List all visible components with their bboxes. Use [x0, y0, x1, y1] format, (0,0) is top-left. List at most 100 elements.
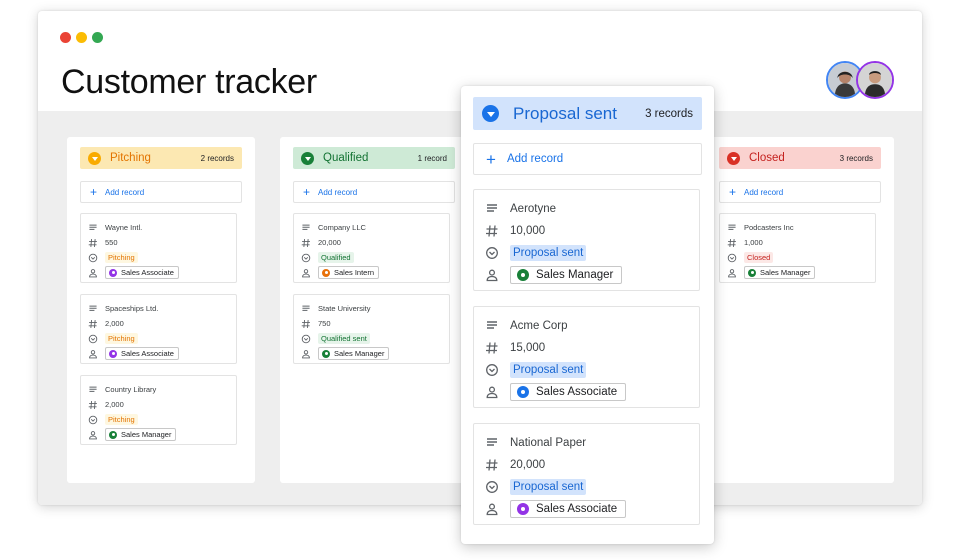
- user-avatar-icon: [109, 349, 117, 358]
- text-icon: [485, 319, 499, 333]
- status-badge[interactable]: Pitching: [105, 414, 138, 425]
- record-card[interactable]: Company LLC 20,000 Qualified Sales Intern: [293, 213, 450, 283]
- person-chip[interactable]: Sales Intern: [318, 266, 380, 279]
- avatar[interactable]: [856, 61, 894, 99]
- status-icon: [485, 363, 499, 377]
- maximize-window-button[interactable]: [92, 32, 103, 43]
- column-title: Closed: [749, 152, 785, 164]
- person-chip-label: Sales Associate: [121, 268, 174, 277]
- record-name: Aerotyne: [510, 203, 557, 215]
- record-field: Proposal sent: [485, 359, 699, 381]
- record-number: 15,000: [510, 342, 546, 354]
- record-field: 2,000: [88, 316, 236, 331]
- record-number: 750: [318, 319, 331, 328]
- minimize-window-button[interactable]: [76, 32, 87, 43]
- record-number: 2,000: [105, 319, 124, 328]
- person-icon: [727, 268, 737, 278]
- status-badge[interactable]: Qualified: [318, 252, 354, 263]
- record-field: Qualified sent: [301, 331, 449, 346]
- column-header[interactable]: Pitching 2 records: [80, 147, 242, 169]
- status-badge[interactable]: Proposal sent: [510, 245, 587, 261]
- user-avatar-icon: [322, 268, 330, 277]
- person-chip[interactable]: Sales Associate: [105, 347, 179, 360]
- user-avatar-icon: [517, 269, 529, 281]
- person-chip[interactable]: Sales Manager: [510, 266, 623, 284]
- column-proposal-sent: Proposal sent 3 records + Add record Aerotyn…: [461, 86, 714, 544]
- record-count: 2 records: [200, 153, 234, 163]
- person-icon: [301, 349, 311, 359]
- record-count: 1 record: [417, 153, 447, 163]
- status-badge[interactable]: Closed: [744, 252, 774, 263]
- status-badge[interactable]: Qualified sent: [318, 333, 370, 344]
- person-chip[interactable]: Sales Associate: [510, 500, 627, 518]
- column-header[interactable]: Closed 3 records: [719, 147, 881, 169]
- status-icon: [301, 253, 311, 263]
- close-window-button[interactable]: [60, 32, 71, 43]
- chevron-down-icon[interactable]: [301, 151, 314, 165]
- user-avatar-icon: [109, 268, 117, 277]
- status-badge[interactable]: Proposal sent: [510, 362, 587, 378]
- person-icon: [301, 268, 311, 278]
- record-field: 20,000: [301, 235, 449, 250]
- column-header[interactable]: Qualified 1 record: [293, 147, 455, 169]
- add-record-label: Add record: [318, 187, 358, 197]
- person-chip[interactable]: Sales Manager: [744, 266, 816, 279]
- plus-icon: +: [729, 185, 737, 199]
- record-field: Spaceships Ltd.: [88, 301, 236, 316]
- person-chip[interactable]: Sales Associate: [105, 266, 179, 279]
- status-icon: [88, 415, 98, 425]
- status-icon: [301, 334, 311, 344]
- add-record-button[interactable]: + Add record: [80, 181, 242, 203]
- text-icon: [727, 223, 737, 233]
- status-badge[interactable]: Pitching: [105, 252, 138, 263]
- person-chip[interactable]: Sales Manager: [318, 347, 390, 360]
- column-pitching: Pitching 2 records + Add record Wayne Intl. 5…: [67, 137, 255, 483]
- person-icon: [485, 268, 499, 282]
- number-icon: [485, 224, 499, 238]
- record-card[interactable]: Wayne Intl. 550 Pitching Sales Associate: [80, 213, 237, 283]
- record-card[interactable]: Acme Corp 15,000 Proposal sent Sales Associ…: [473, 306, 700, 408]
- collaborator-avatars: [826, 61, 896, 101]
- record-number: 2,000: [105, 400, 124, 409]
- person-chip-label: Sales Manager: [760, 268, 811, 277]
- record-count: 3 records: [645, 107, 693, 120]
- plus-icon: +: [486, 149, 496, 169]
- number-icon: [485, 341, 499, 355]
- record-name: Acme Corp: [510, 320, 568, 332]
- record-field: Sales Manager: [88, 427, 236, 442]
- column-header[interactable]: Proposal sent 3 records: [473, 97, 702, 130]
- record-card[interactable]: National Paper 20,000 Proposal sent Sales A…: [473, 423, 700, 525]
- window-controls: [60, 32, 103, 43]
- record-field: State University: [301, 301, 449, 316]
- add-record-button[interactable]: + Add record: [473, 143, 702, 175]
- number-icon: [301, 238, 311, 248]
- plus-icon: +: [303, 185, 311, 199]
- chevron-down-icon[interactable]: [727, 151, 740, 165]
- column-qualified: Qualified 1 record + Add record Company LLC 2…: [280, 137, 468, 483]
- number-icon: [88, 400, 98, 410]
- person-chip-label: Sales Associate: [536, 503, 618, 515]
- status-icon: [727, 253, 737, 263]
- record-card[interactable]: State University 750 Qualified sent Sales M…: [293, 294, 450, 364]
- chevron-down-icon[interactable]: [482, 105, 499, 122]
- record-card[interactable]: Podcasters Inc 1,000 Closed Sales Manager: [719, 213, 876, 283]
- person-icon: [88, 349, 98, 359]
- record-field: Podcasters Inc: [727, 220, 875, 235]
- record-card[interactable]: Country Library 2,000 Pitching Sales Manage…: [80, 375, 237, 445]
- person-icon: [88, 268, 98, 278]
- record-card[interactable]: Aerotyne 10,000 Proposal sent Sales Manager: [473, 189, 700, 291]
- status-badge[interactable]: Proposal sent: [510, 479, 587, 495]
- number-icon: [88, 319, 98, 329]
- add-record-button[interactable]: + Add record: [293, 181, 455, 203]
- record-field: Aerotyne: [485, 198, 699, 220]
- text-icon: [485, 436, 499, 450]
- person-chip[interactable]: Sales Manager: [105, 428, 177, 441]
- status-badge[interactable]: Pitching: [105, 333, 138, 344]
- chevron-down-icon[interactable]: [88, 151, 101, 165]
- add-record-button[interactable]: + Add record: [719, 181, 881, 203]
- person-chip[interactable]: Sales Associate: [510, 383, 627, 401]
- record-field: Acme Corp: [485, 315, 699, 337]
- record-name: Country Library: [105, 385, 157, 394]
- record-card[interactable]: Spaceships Ltd. 2,000 Pitching Sales Associ…: [80, 294, 237, 364]
- record-field: Company LLC: [301, 220, 449, 235]
